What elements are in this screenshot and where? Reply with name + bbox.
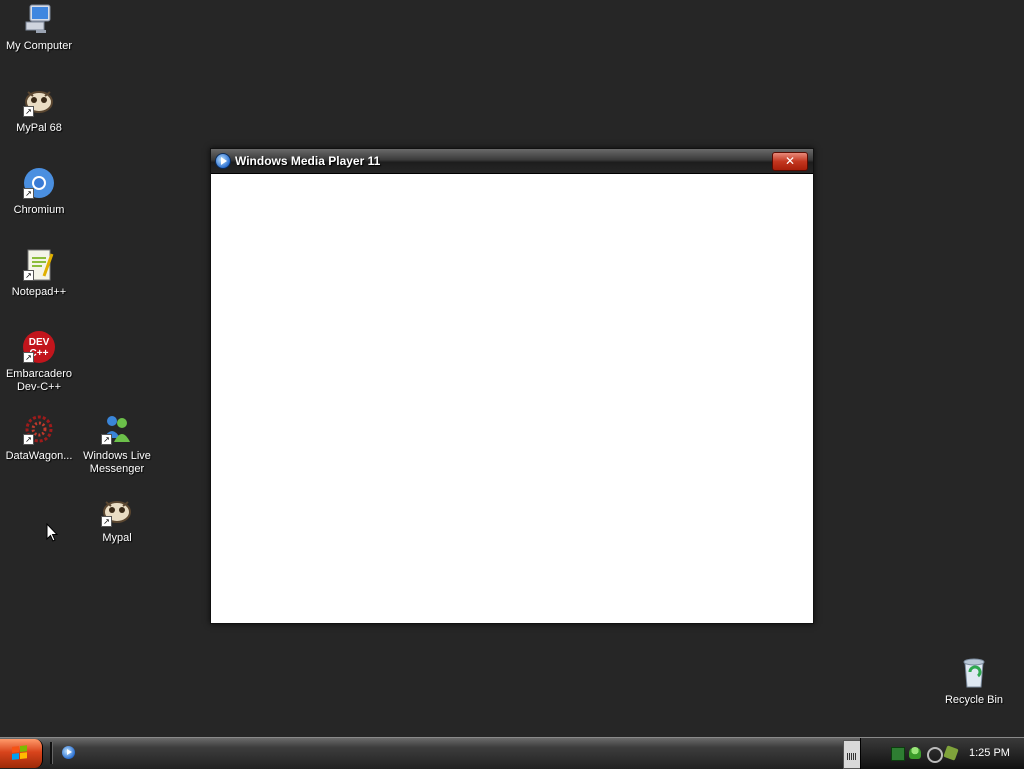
mypal-icon: ↗ [22, 84, 56, 118]
messenger-icon: ↗ [100, 412, 134, 446]
clock[interactable]: 1:25 PM [969, 747, 1010, 759]
recycle-bin-icon [957, 656, 991, 690]
devcpp-icon: DEV C++ ↗ [22, 330, 56, 364]
desktop-icon-label: Mypal [102, 532, 132, 544]
desktop-icon-label: Embarcadero Dev-C++ [5, 368, 73, 393]
windows-flag-icon [12, 745, 28, 761]
tray-messenger-icon[interactable] [909, 747, 921, 759]
tray-network-icon[interactable] [943, 745, 959, 761]
chromium-icon: ↗ [22, 166, 56, 200]
desktop-icon-label: Recycle Bin [944, 694, 1004, 706]
mypal-icon: ↗ [100, 494, 134, 528]
notepad-plus-plus-icon: ↗ [22, 248, 56, 282]
shortcut-arrow-icon: ↗ [101, 516, 112, 527]
desktop-icon-recycle-bin[interactable]: Recycle Bin [935, 656, 1013, 707]
desktop-icon-label: Windows Live Messenger [83, 450, 151, 475]
tray-volume-icon[interactable] [927, 747, 943, 763]
shortcut-arrow-icon: ↗ [101, 434, 112, 445]
desktop-icon-mypal-68[interactable]: ↗ MyPal 68 [0, 84, 78, 135]
desktop-icon-datawagon[interactable]: ↗ DataWagon... [0, 412, 78, 463]
desktop-icon-chromium[interactable]: ↗ Chromium [0, 166, 78, 217]
datawagon-icon: ↗ [22, 412, 56, 446]
desktop-icon-my-computer[interactable]: My Computer [0, 2, 78, 53]
system-tray: 1:25 PM [860, 738, 1024, 769]
shortcut-arrow-icon: ↗ [23, 352, 34, 363]
desktop-icon-notepad-plus-plus[interactable]: ↗ Notepad++ [0, 248, 78, 299]
start-button[interactable] [0, 739, 43, 768]
desktop-icon-label: DataWagon... [5, 450, 73, 462]
desktop-icon-label: Chromium [13, 204, 65, 216]
close-button[interactable]: ✕ [772, 152, 808, 171]
desktop-icon-label: My Computer [5, 40, 73, 52]
keyboard-language-icon[interactable] [843, 740, 861, 769]
desktop-icon-label: Notepad++ [11, 286, 67, 298]
shortcut-arrow-icon: ↗ [23, 188, 34, 199]
tray-app-icon[interactable] [891, 747, 905, 761]
media-player-window[interactable]: Windows Media Player 11 ✕ [210, 148, 814, 624]
desktop-icon-embarcadero-devcpp[interactable]: DEV C++ ↗ Embarcadero Dev-C++ [0, 330, 78, 394]
taskbar-separator [50, 742, 53, 764]
window-content-area[interactable] [213, 175, 811, 621]
desktop-icon-windows-live-messenger[interactable]: ↗ Windows Live Messenger [78, 412, 156, 476]
shortcut-arrow-icon: ↗ [23, 434, 34, 445]
window-titlebar[interactable]: Windows Media Player 11 ✕ [211, 149, 813, 174]
shortcut-arrow-icon: ↗ [23, 106, 34, 117]
my-computer-icon [22, 2, 56, 36]
mouse-cursor-icon [46, 522, 59, 545]
windows-media-player-icon[interactable] [62, 746, 75, 759]
desktop-icon-label: MyPal 68 [16, 122, 62, 134]
svg-text:DEV: DEV [29, 337, 50, 348]
taskbar: 1:25 PM [0, 737, 1024, 769]
windows-media-player-icon [215, 153, 231, 169]
desktop-icon-mypal[interactable]: ↗ Mypal [78, 494, 156, 545]
shortcut-arrow-icon: ↗ [23, 270, 34, 281]
window-title: Windows Media Player 11 [235, 154, 381, 168]
